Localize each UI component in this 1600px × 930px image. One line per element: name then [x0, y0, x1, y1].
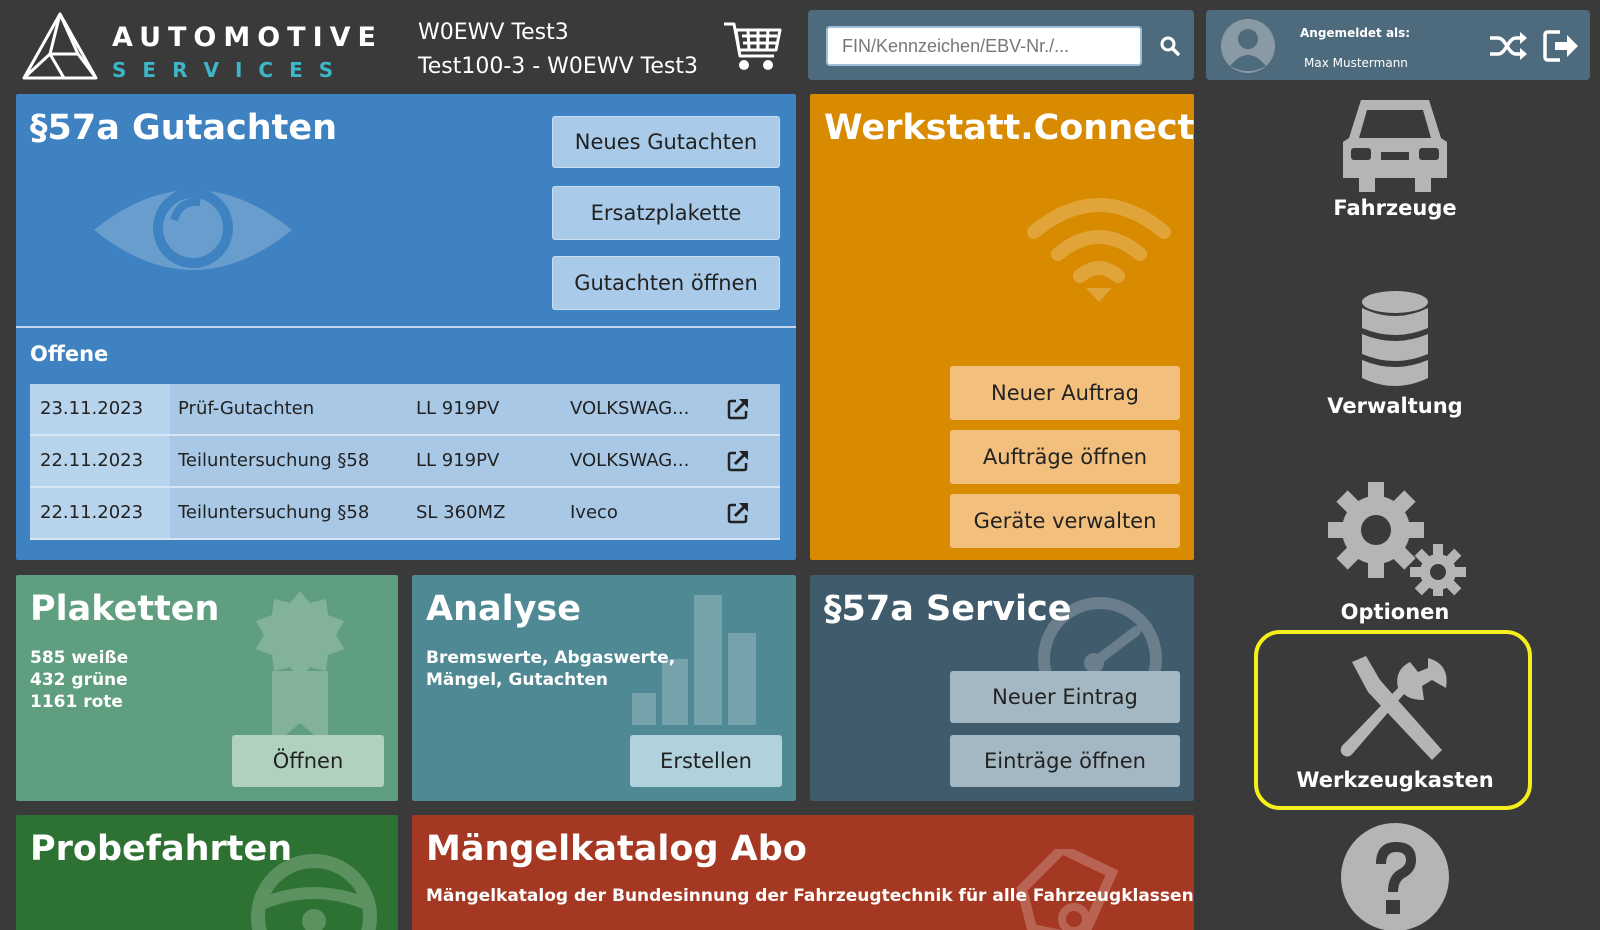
- external-link-icon[interactable]: [726, 397, 750, 421]
- user-panel: Angemeldet als: Max Mustermann: [1206, 10, 1590, 80]
- eintraege-oeffnen-button[interactable]: Einträge öffnen: [950, 735, 1180, 787]
- gutachten-title: §57a Gutachten: [30, 108, 338, 148]
- tools-icon: [1340, 656, 1447, 760]
- count-red: 1161 rote: [30, 692, 123, 712]
- current-vehicle: W0EWV Test3 Test100-3 - W0EWV Test3: [418, 16, 698, 84]
- database-icon: [1362, 291, 1428, 386]
- external-link-icon[interactable]: [726, 501, 750, 525]
- eye-icon: [94, 188, 292, 270]
- plaketten-tile: Plaketten 585 weiße 432 grüne 1161 rote …: [16, 575, 398, 801]
- plaketten-title: Plaketten: [30, 589, 220, 629]
- nav-help[interactable]: [1254, 822, 1536, 930]
- neues-gutachten-button[interactable]: Neues Gutachten: [552, 116, 780, 168]
- row-type: Teiluntersuchung §58: [178, 502, 370, 523]
- table-row[interactable]: 23.11.2023 Prüf-Gutachten LL 919PV VOLKS…: [30, 384, 780, 436]
- divider: [16, 326, 796, 328]
- external-link-icon[interactable]: [726, 449, 750, 473]
- row-make: VOLKSWAG...: [570, 398, 690, 419]
- nav-fahrzeuge[interactable]: Fahrzeuge: [1254, 94, 1536, 220]
- badge-icon: [256, 591, 344, 747]
- probefahrten-tile[interactable]: Probefahrten: [16, 815, 398, 930]
- table-row[interactable]: 22.11.2023 Teiluntersuchung §58 SL 360MZ…: [30, 488, 780, 540]
- maengelkatalog-tile[interactable]: Mängelkatalog Abo Mängelkatalog der Bund…: [412, 815, 1194, 930]
- auftraege-oeffnen-button[interactable]: Aufträge öffnen: [950, 430, 1180, 484]
- probefahrten-title: Probefahrten: [30, 829, 293, 869]
- plaketten-counts: 585 weiße 432 grüne 1161 rote: [30, 647, 128, 713]
- nav-werkzeugkasten[interactable]: Werkzeugkasten: [1254, 656, 1536, 792]
- ersatzplakette-button[interactable]: Ersatzplakette: [552, 186, 780, 240]
- logo-text-services: SERVICES: [112, 58, 350, 82]
- row-make: VOLKSWAG...: [570, 450, 690, 471]
- count-green: 432 grüne: [30, 670, 128, 690]
- row-date: 22.11.2023: [30, 488, 170, 538]
- login-label: Angemeldet als:: [1300, 26, 1411, 40]
- nav-optionen[interactable]: Optionen: [1254, 478, 1536, 624]
- cart-icon[interactable]: [722, 18, 782, 74]
- avatar-icon[interactable]: [1220, 18, 1276, 74]
- row-plate: LL 919PV: [416, 450, 500, 471]
- logo-text-automotive: AUTOMOTIVE: [112, 22, 383, 53]
- analyse-description: Bremswerte, Abgaswerte, Mängel, Gutachte…: [426, 647, 675, 691]
- nav-fahrzeuge-label: Fahrzeuge: [1333, 196, 1457, 220]
- nav-optionen-label: Optionen: [1340, 600, 1450, 624]
- analyse-erstellen-button[interactable]: Erstellen: [630, 735, 782, 787]
- nav-verwaltung[interactable]: Verwaltung: [1254, 290, 1536, 418]
- row-date: 22.11.2023: [30, 436, 170, 486]
- service-title: §57a Service: [824, 589, 1072, 629]
- row-make: Iveco: [570, 502, 618, 523]
- table-row[interactable]: 22.11.2023 Teiluntersuchung §58 LL 919PV…: [30, 436, 780, 488]
- maengelkatalog-subtitle: Mängelkatalog der Bundesinnung der Fahrz…: [426, 886, 1194, 906]
- offene-list: 23.11.2023 Prüf-Gutachten LL 919PV VOLKS…: [30, 384, 780, 540]
- analyse-tile: Analyse Bremswerte, Abgaswerte, Mängel, …: [412, 575, 796, 801]
- neuer-eintrag-button[interactable]: Neuer Eintrag: [950, 671, 1180, 723]
- count-white: 585 weiße: [30, 648, 129, 668]
- logo-mark-icon: [22, 12, 98, 80]
- gears-icon: [1328, 482, 1466, 596]
- vehicle-line-2: Test100-3 - W0EWV Test3: [418, 54, 698, 79]
- car-icon: [1343, 100, 1447, 192]
- werkstatt-connect-tile: Werkstatt.Connect Neuer Auftrag Aufträge…: [810, 94, 1194, 560]
- shuffle-icon[interactable]: [1488, 30, 1528, 62]
- user-name: Max Mustermann: [1304, 56, 1408, 70]
- search-icon[interactable]: [1158, 34, 1182, 58]
- analyse-title: Analyse: [426, 589, 582, 629]
- werkstatt-connect-title: Werkstatt.Connect: [824, 108, 1194, 148]
- row-type: Prüf-Gutachten: [178, 398, 315, 419]
- nav-verwaltung-label: Verwaltung: [1327, 394, 1463, 418]
- row-date: 23.11.2023: [30, 384, 170, 434]
- offene-label: Offene: [30, 342, 109, 366]
- help-icon: [1341, 823, 1449, 930]
- row-plate: SL 360MZ: [416, 502, 506, 523]
- plaketten-oeffnen-button[interactable]: Öffnen: [232, 735, 384, 787]
- gutachten-oeffnen-button[interactable]: Gutachten öffnen: [552, 256, 780, 310]
- analyse-line-2: Mängel, Gutachten: [426, 670, 608, 690]
- search-input[interactable]: [826, 26, 1142, 66]
- logout-icon[interactable]: [1542, 28, 1580, 64]
- nav-werkzeugkasten-label: Werkzeugkasten: [1296, 768, 1494, 792]
- wifi-icon: [1027, 198, 1171, 302]
- neuer-auftrag-button[interactable]: Neuer Auftrag: [950, 366, 1180, 420]
- search-bar: [808, 10, 1194, 80]
- analyse-line-1: Bremswerte, Abgaswerte,: [426, 648, 676, 668]
- maengelkatalog-title: Mängelkatalog Abo: [426, 829, 807, 869]
- service-tile: §57a Service Neuer Eintrag Einträge öffn…: [810, 575, 1194, 801]
- app-logo[interactable]: AUTOMOTIVE SERVICES: [20, 8, 376, 84]
- row-type: Teiluntersuchung §58: [178, 450, 370, 471]
- vehicle-line-1: W0EWV Test3: [418, 20, 569, 45]
- geraete-verwalten-button[interactable]: Geräte verwalten: [950, 494, 1180, 548]
- row-plate: LL 919PV: [416, 398, 500, 419]
- gutachten-tile: §57a Gutachten Neues Gutachten Ersatzpla…: [16, 94, 796, 560]
